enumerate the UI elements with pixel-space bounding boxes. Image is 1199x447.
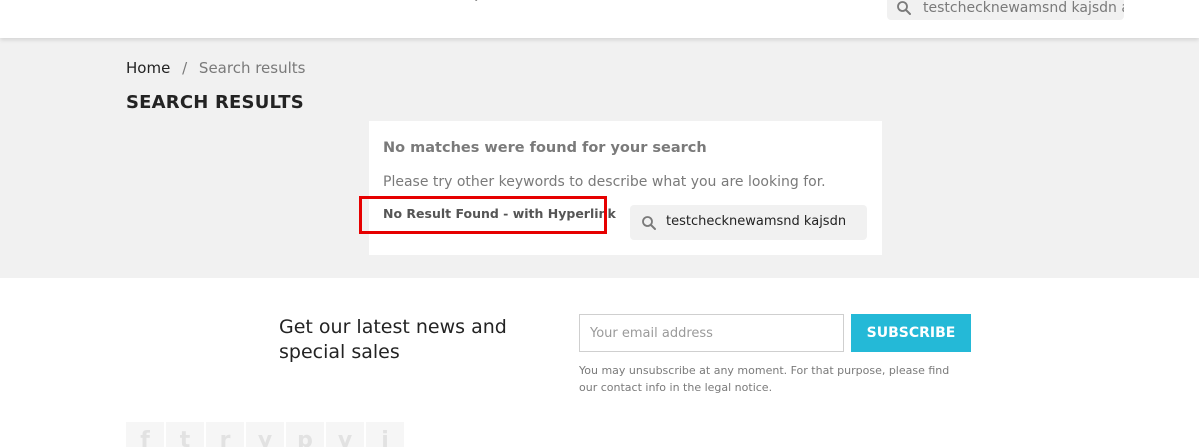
newsletter-email-input[interactable] — [579, 314, 844, 352]
twitter-icon[interactable]: t — [166, 422, 204, 447]
breadcrumb-separator: / — [182, 59, 188, 77]
search-icon[interactable] — [640, 214, 658, 232]
newsletter-title: Get our latest news and special sales — [279, 316, 507, 363]
no-results-card: No matches were found for your search Pl… — [369, 121, 882, 255]
breadcrumb: Home / Search results — [126, 59, 305, 77]
header-search-input[interactable]: testchecknewamsnd kajsdn ak — [923, 0, 1124, 16]
social-links: f t r y p v i — [126, 422, 404, 447]
page-title: SEARCH RESULTS — [126, 92, 304, 113]
results-search-box[interactable]: testchecknewamsnd kajsdn ak — [630, 205, 867, 240]
highlight-box — [359, 196, 607, 234]
footer: Get our latest news and special sales SU… — [0, 278, 1199, 447]
site-header: ⌄ testchecknewamsnd kajsdn ak — [0, 0, 1199, 38]
no-results-heading: No matches were found for your search — [383, 140, 707, 156]
breadcrumb-current: Search results — [198, 59, 306, 77]
breadcrumb-home-link[interactable]: Home — [126, 59, 170, 77]
youtube-icon[interactable]: y — [246, 422, 284, 447]
facebook-icon[interactable]: f — [126, 422, 164, 447]
results-search-input[interactable]: testchecknewamsnd kajsdn ak — [666, 214, 850, 229]
header-search-box[interactable]: testchecknewamsnd kajsdn ak — [887, 0, 1124, 20]
newsletter-note: You may unsubscribe at any moment. For t… — [579, 364, 950, 394]
subscribe-button[interactable]: SUBSCRIBE — [851, 314, 971, 352]
pinterest-icon[interactable]: p — [286, 422, 324, 447]
search-icon[interactable] — [895, 0, 913, 17]
no-results-hint: Please try other keywords to describe wh… — [383, 174, 826, 190]
vimeo-icon[interactable]: v — [326, 422, 364, 447]
menu-caret-icon: ⌄ — [472, 0, 486, 4]
rss-icon[interactable]: r — [206, 422, 244, 447]
instagram-icon[interactable]: i — [366, 422, 404, 447]
